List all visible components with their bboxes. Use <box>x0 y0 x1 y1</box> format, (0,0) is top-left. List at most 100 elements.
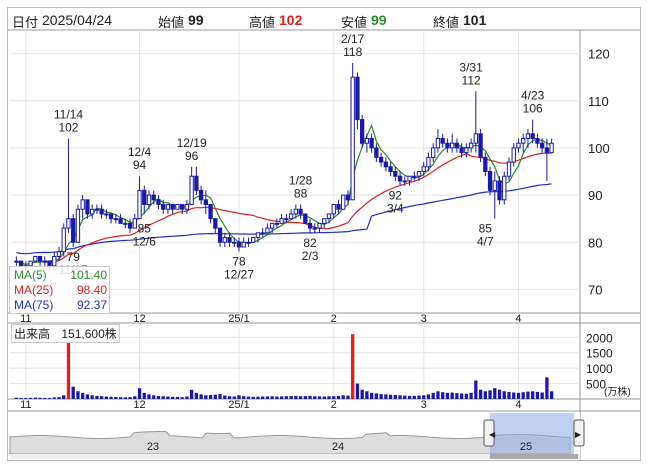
candle-body <box>502 175 507 201</box>
volume-bar <box>360 389 364 399</box>
candle-body <box>445 142 450 149</box>
volume-bar <box>19 397 23 399</box>
candle-body <box>14 260 19 263</box>
annotation-value: 92 <box>389 189 403 203</box>
volume-bar <box>346 395 350 399</box>
month-label-lower: 4 <box>515 399 521 411</box>
candle-body <box>222 237 227 243</box>
candle-body <box>440 137 445 144</box>
annotation-date: 12/4 <box>128 145 152 159</box>
candle-body <box>85 199 90 215</box>
candle-body <box>127 222 133 229</box>
volume-bar <box>455 393 459 399</box>
annotation-value: 112 <box>462 73 481 87</box>
month-label: 12 <box>133 313 145 325</box>
volume-bar <box>171 396 175 399</box>
candle-body <box>412 175 417 178</box>
annotation-date: 12/6 <box>133 235 157 249</box>
volume-bar <box>265 396 270 399</box>
volume-bar <box>14 397 19 399</box>
annotation-date: 3/4 <box>387 202 404 216</box>
month-label: 3 <box>421 313 427 325</box>
right-arrow-icon: ▶ <box>575 430 582 439</box>
volume-bar <box>194 392 199 399</box>
candle-body <box>468 142 474 149</box>
candle-body <box>402 180 407 183</box>
candle-body <box>71 218 76 243</box>
volume-unit-label: (万株) <box>604 385 631 398</box>
open-label: 始値 <box>158 15 185 30</box>
candle-body <box>142 189 147 206</box>
candle-body <box>544 147 550 154</box>
volume-bar <box>28 397 33 399</box>
volume-bar <box>369 392 374 399</box>
annotation-value: 96 <box>185 149 199 163</box>
candle-body <box>156 199 161 206</box>
candle-body <box>227 237 232 243</box>
price-tick-label: 100 <box>588 141 610 156</box>
volume-tick-label: 1500 <box>586 347 613 361</box>
candle-body <box>355 76 360 121</box>
navigator-year-label: 24 <box>332 441 344 453</box>
candle-body <box>203 199 208 206</box>
navigator-scrollbar-thumb[interactable] <box>490 454 578 459</box>
chart-frame: 120 110 100 90 80 70 2000 1500 1000 500 (万株) 11 11 12… <box>7 7 641 461</box>
candle-body <box>407 175 412 182</box>
candle-body <box>426 156 431 168</box>
volume-bar <box>43 397 47 399</box>
volume-bar <box>66 340 71 399</box>
candle-body <box>246 241 251 244</box>
volume-bar <box>407 395 412 399</box>
volume-bar <box>261 396 265 399</box>
volume-bar <box>185 396 189 399</box>
candle-body <box>56 251 62 257</box>
candle-body <box>198 189 204 201</box>
candle-body <box>535 137 540 144</box>
volume-bar <box>422 395 426 399</box>
candle-body <box>151 194 156 201</box>
volume-bar <box>436 391 440 399</box>
volume-bar <box>62 395 66 399</box>
volume-bar <box>535 391 540 399</box>
ma5-label: MA(5) <box>14 268 47 282</box>
month-label: 25/1 <box>228 313 249 325</box>
candle-body <box>104 213 109 216</box>
ma75-label: MA(75) <box>14 298 54 312</box>
volume-bar <box>388 394 393 399</box>
volume-bar <box>322 396 326 399</box>
candle-body <box>132 218 137 229</box>
ma25-label: MA(25) <box>14 283 54 297</box>
candle-body <box>90 208 95 215</box>
candle-body <box>236 241 242 248</box>
candle-body <box>549 142 554 154</box>
volume-bar <box>398 395 402 399</box>
price-tick-label: 80 <box>588 235 602 250</box>
volume-bar <box>521 392 525 399</box>
candle-body <box>80 199 85 210</box>
volume-bar <box>57 397 61 399</box>
volume-bar <box>137 388 142 399</box>
low-label: 安値 <box>341 15 368 30</box>
candle-body <box>94 208 100 211</box>
candle-body <box>165 204 171 210</box>
candle-body <box>288 213 294 220</box>
volume-bar <box>459 393 464 399</box>
volume-bar <box>483 391 487 399</box>
candle-body <box>450 142 455 149</box>
candle-body <box>146 194 152 206</box>
volume-label: 出来高 <box>14 327 51 341</box>
candle-body <box>521 137 526 144</box>
candle-body <box>161 204 166 210</box>
candle-body <box>369 137 374 149</box>
month-label-lower: 3 <box>421 399 427 411</box>
ma5-legend: MA(5) 101.40 <box>14 268 107 282</box>
month-label-lower: 25/1 <box>228 399 249 411</box>
volume-bar <box>223 395 227 399</box>
annotation-date: 4/23 <box>521 89 545 103</box>
ohlc-header: 日付 2025/04/24 始値 99 高値 102 安値 99 終値 101 <box>8 8 640 30</box>
volume-bar <box>256 396 260 399</box>
volume-bar <box>270 396 274 399</box>
volume-bar <box>384 394 388 399</box>
price-tick-label: 90 <box>588 188 602 203</box>
volume-bar <box>71 386 75 399</box>
